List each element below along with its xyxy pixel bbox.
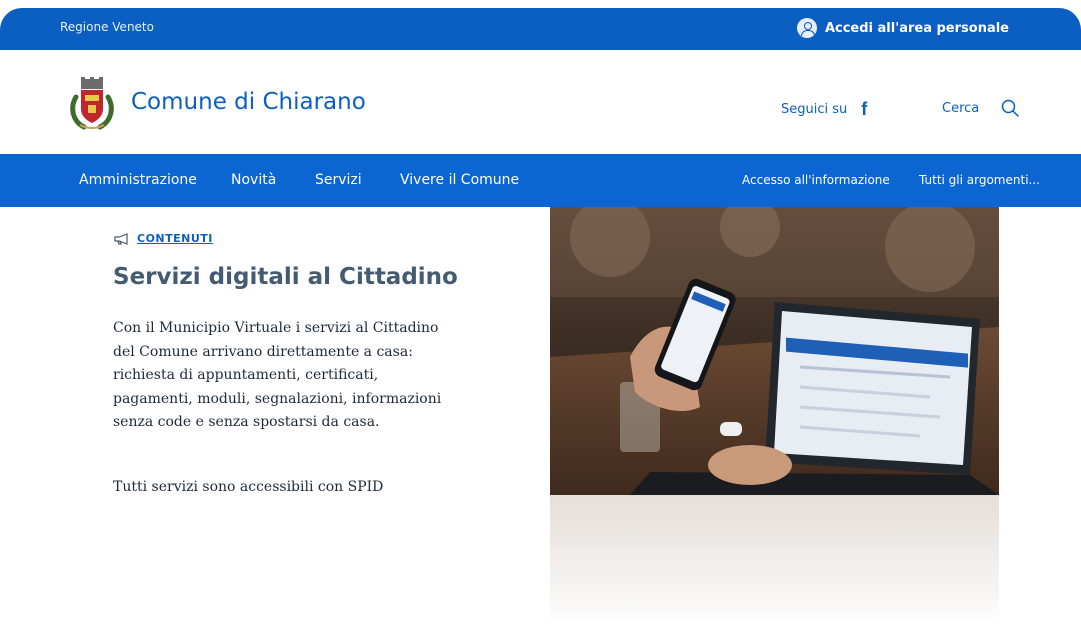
- hero-spid-note: Tutti servizi sono accessibili con SPID: [113, 479, 384, 495]
- site-title[interactable]: Comune di Chiarano: [131, 89, 366, 115]
- hero-title[interactable]: Servizi digitali al Cittadino: [113, 264, 458, 290]
- nav-item-accesso-informazione[interactable]: Accesso all'informazione: [742, 173, 890, 187]
- social-links: Seguici su f: [781, 99, 867, 120]
- nav-item-servizi[interactable]: Servizi: [315, 172, 362, 188]
- page-frame: Regione Veneto Accedi all'area personale…: [0, 8, 1081, 495]
- nav-item-vivere-il-comune[interactable]: Vivere il Comune: [400, 172, 519, 188]
- reflection-fade: [0, 495, 1081, 624]
- hero-image: [550, 207, 999, 495]
- content-category: CONTENUTI: [113, 232, 213, 245]
- login-label: Accedi all'area personale: [824, 20, 1009, 36]
- nav-item-tutti-argomenti[interactable]: Tutti gli argomenti...: [919, 173, 1040, 187]
- site-header: Comune di Chiarano Seguici su f Cerca: [0, 50, 1081, 154]
- hero-text: CONTENUTI Servizi digitali al Cittadino …: [0, 207, 550, 495]
- user-avatar-icon: [796, 18, 817, 38]
- top-bar: Regione Veneto Accedi all'area personale: [0, 8, 1081, 50]
- facebook-icon[interactable]: f: [861, 99, 867, 120]
- hero-description: Con il Municipio Virtuale i servizi al C…: [113, 320, 442, 430]
- region-link[interactable]: Regione Veneto: [60, 20, 154, 34]
- nav-item-novita[interactable]: Novità: [231, 172, 276, 188]
- search-icon: [1002, 99, 1019, 117]
- megaphone-icon: [114, 232, 128, 245]
- search-button[interactable]: Cerca: [942, 99, 1019, 117]
- search-label: Cerca: [942, 100, 980, 116]
- category-link[interactable]: CONTENUTI: [137, 232, 213, 245]
- social-label: Seguici su: [781, 102, 848, 117]
- main-navigation: Amministrazione Novità Servizi Vivere il…: [0, 154, 1081, 207]
- nav-item-amministrazione[interactable]: Amministrazione: [79, 172, 197, 188]
- municipality-crest-icon[interactable]: [66, 75, 118, 131]
- page-reflection: [0, 495, 1081, 624]
- login-button[interactable]: Accedi all'area personale: [796, 18, 1009, 38]
